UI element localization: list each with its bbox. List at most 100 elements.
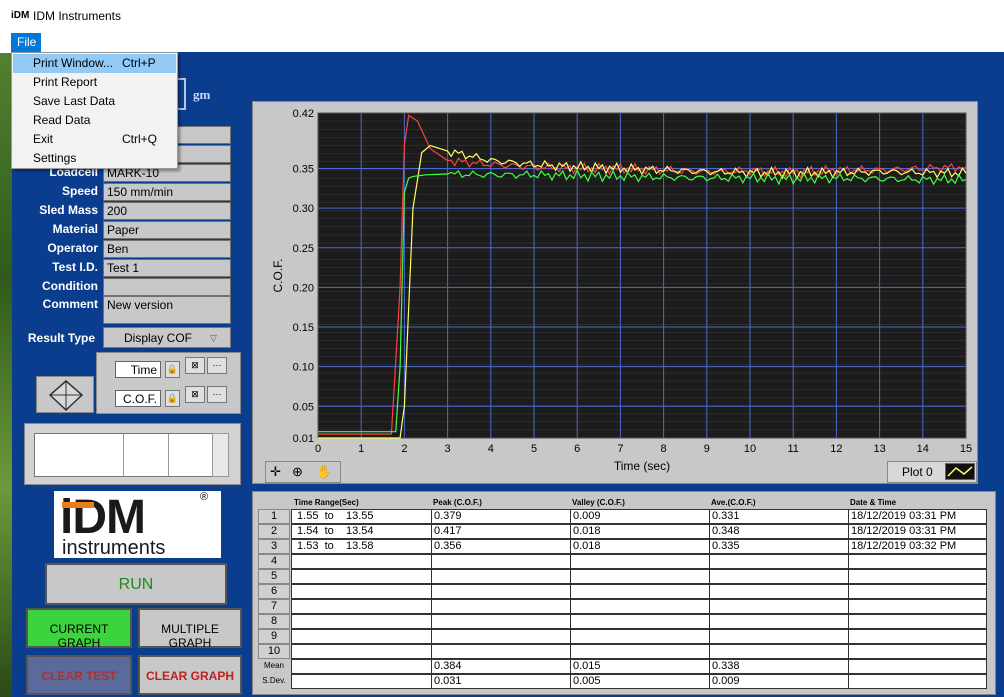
window-title: IDM Instruments	[33, 9, 122, 23]
x-autoscale-icon[interactable]: ⊠	[185, 357, 205, 374]
table-cell[interactable]	[431, 554, 571, 569]
table-cell[interactable]: 1.53 to 13.58	[291, 539, 432, 554]
row-number: 8	[258, 614, 290, 629]
table-cell[interactable]	[291, 644, 432, 659]
table-cell[interactable]	[570, 629, 710, 644]
y-autoscale-icon[interactable]: ⊠	[185, 386, 205, 403]
x-tick-label: 6	[574, 443, 580, 455]
plot-legend-icon	[945, 463, 975, 480]
table-cell[interactable]	[431, 599, 571, 614]
table-cell[interactable]	[709, 614, 849, 629]
field-speed[interactable]: 150 mm/min	[103, 183, 231, 201]
menu-item-read-data[interactable]: Read Data	[13, 111, 176, 130]
menu-item-settings[interactable]: Settings	[13, 149, 176, 168]
field-test-id[interactable]: Test 1	[103, 259, 231, 277]
current-graph-button[interactable]: CURRENT GRAPH	[26, 608, 132, 650]
table-cell[interactable]: 0.417	[431, 524, 571, 539]
table-cell[interactable]: 18/12/2019 03:31 PM	[848, 524, 987, 539]
field-comment[interactable]: New version	[103, 296, 231, 324]
table-cell[interactable]: 0.331	[709, 509, 849, 524]
logo-accent	[62, 502, 94, 508]
y-format-icon[interactable]: ⋯	[207, 386, 227, 403]
menu-item-save-last-data[interactable]: Save Last Data	[13, 92, 176, 111]
field-operator[interactable]: Ben	[103, 240, 231, 258]
table-cell[interactable]: 1.54 to 13.54	[291, 524, 432, 539]
table-cell[interactable]	[709, 569, 849, 584]
table-cell[interactable]	[848, 599, 987, 614]
table-cell[interactable]: 0.335	[709, 539, 849, 554]
table-cell[interactable]: 0.348	[709, 524, 849, 539]
table-cell[interactable]	[291, 569, 432, 584]
x-axis-name: Time	[115, 361, 161, 378]
table-cell[interactable]	[431, 644, 571, 659]
table-cell[interactable]: 1.55 to 13.55	[291, 509, 432, 524]
table-cell[interactable]: 0.018	[570, 524, 710, 539]
field-sled-mass[interactable]: 200	[103, 202, 231, 220]
table-cell[interactable]	[431, 614, 571, 629]
menu-item-print-window[interactable]: Print Window... Ctrl+P	[13, 54, 176, 73]
chevron-down-icon: ▽	[210, 333, 217, 343]
table-cell[interactable]	[431, 629, 571, 644]
field-material[interactable]: Paper	[103, 221, 231, 239]
table-cell[interactable]: 0.379	[431, 509, 571, 524]
field-label-material: Material	[52, 222, 98, 236]
menu-file[interactable]: File	[11, 33, 41, 52]
field-label-comment: Comment	[42, 297, 98, 311]
table-cell[interactable]	[431, 584, 571, 599]
logo-registered: ®	[200, 491, 209, 503]
cursor-list-scrollbar[interactable]	[212, 433, 229, 477]
field-condition[interactable]	[103, 278, 231, 296]
table-cell[interactable]	[848, 569, 987, 584]
table-cell[interactable]	[570, 569, 710, 584]
table-cell[interactable]	[431, 569, 571, 584]
table-cell[interactable]	[848, 644, 987, 659]
table-cell[interactable]	[709, 554, 849, 569]
multiple-graph-button[interactable]: MULTIPLE GRAPH	[138, 608, 242, 650]
run-button[interactable]: RUN	[45, 563, 227, 605]
lock-icon[interactable]: 🔒	[165, 390, 180, 407]
table-cell[interactable]	[570, 554, 710, 569]
clear-test-button[interactable]: CLEAR TEST	[26, 655, 132, 695]
table-cell[interactable]: 0.009	[570, 509, 710, 524]
table-cell[interactable]: 0.018	[570, 539, 710, 554]
table-cell[interactable]: 18/12/2019 03:32 PM	[848, 539, 987, 554]
table-cell[interactable]	[291, 629, 432, 644]
menu-item-print-report[interactable]: Print Report	[13, 73, 176, 92]
cursor-list[interactable]	[34, 433, 213, 477]
table-cell[interactable]	[848, 554, 987, 569]
table-cell[interactable]	[291, 614, 432, 629]
row-number: 6	[258, 584, 290, 599]
menu-item-label: Save Last Data	[33, 94, 116, 108]
pan-hand-icon[interactable]: ✋	[316, 464, 332, 480]
menu-item-label: Settings	[33, 151, 77, 165]
x-format-icon[interactable]: ⋯	[207, 357, 227, 374]
x-tick-label: 15	[960, 443, 972, 455]
cursor-move-pad[interactable]	[36, 376, 94, 413]
lock-icon[interactable]: 🔒	[165, 361, 180, 378]
table-cell[interactable]	[848, 584, 987, 599]
menu-item-exit[interactable]: Exit Ctrl+Q	[13, 130, 176, 149]
y-tick-label: 0.35	[293, 163, 314, 175]
x-tick-label: 7	[617, 443, 623, 455]
table-cell[interactable]	[848, 614, 987, 629]
x-tick-label: 11	[787, 443, 798, 455]
clear-graph-button[interactable]: CLEAR GRAPH	[138, 655, 242, 695]
cof-chart[interactable]: 0.010.050.100.150.200.250.300.350.420 1 2 3…	[252, 101, 978, 484]
table-cell[interactable]	[291, 584, 432, 599]
table-cell[interactable]	[291, 599, 432, 614]
table-cell[interactable]	[709, 644, 849, 659]
table-cell[interactable]	[848, 629, 987, 644]
table-cell[interactable]	[570, 584, 710, 599]
table-cell[interactable]	[570, 644, 710, 659]
table-cell[interactable]	[570, 614, 710, 629]
table-cell[interactable]	[291, 554, 432, 569]
zoom-icon[interactable]: ⊕	[292, 464, 303, 480]
table-cell[interactable]	[709, 629, 849, 644]
table-cell[interactable]: 0.356	[431, 539, 571, 554]
table-cell[interactable]	[709, 599, 849, 614]
table-cell[interactable]: 18/12/2019 03:31 PM	[848, 509, 987, 524]
x-tick-label: 1	[358, 443, 364, 455]
crosshair-icon[interactable]: ✛	[270, 464, 281, 480]
table-cell[interactable]	[709, 584, 849, 599]
table-cell[interactable]	[570, 599, 710, 614]
